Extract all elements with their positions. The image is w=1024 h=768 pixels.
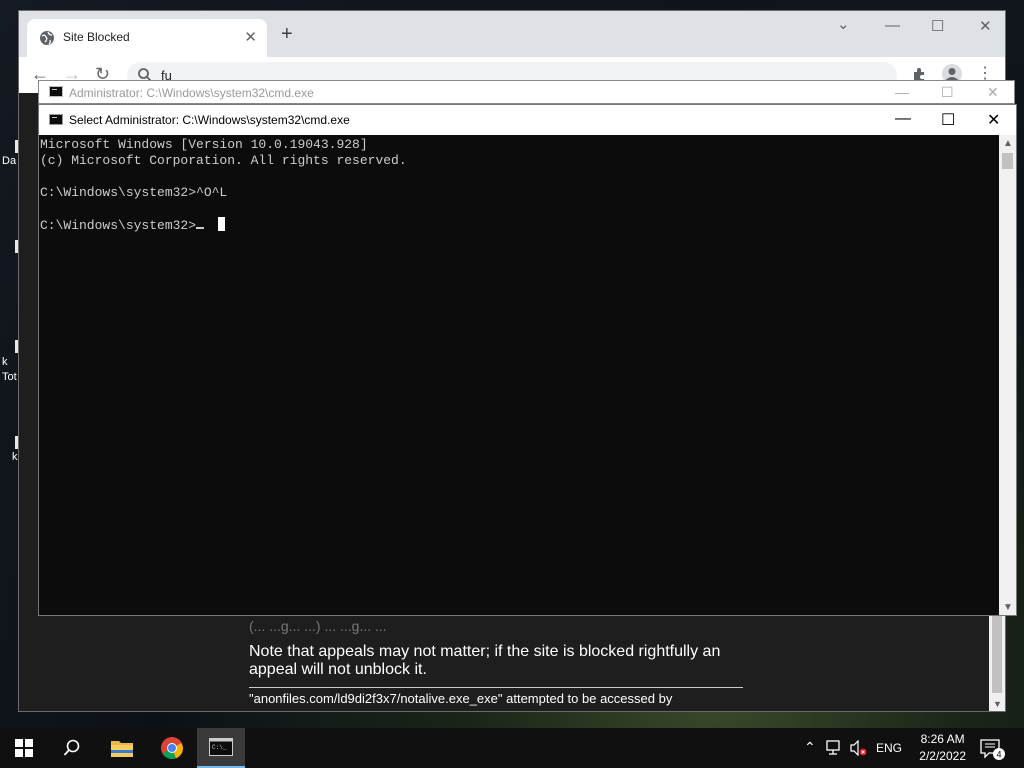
scroll-up-icon[interactable]: ▲ [1003, 138, 1013, 149]
close-button[interactable]: ✕ [987, 110, 1000, 130]
desktop-icon-label: Da [2, 155, 17, 167]
clock-time: 8:26 AM [920, 732, 965, 746]
taskbar-chrome[interactable] [148, 728, 196, 768]
cmd-window-background[interactable]: Administrator: C:\Windows\system32\cmd.e… [38, 80, 1015, 104]
globe-icon [40, 31, 54, 45]
show-hidden-icons-icon[interactable]: ⌃ [804, 739, 816, 756]
console-line: (c) Microsoft Corporation. All rights re… [40, 153, 407, 168]
close-button[interactable]: ✕ [987, 84, 999, 101]
start-button[interactable] [0, 728, 48, 768]
scroll-down-icon[interactable]: ▼ [1003, 602, 1013, 613]
cmd-window-title: Select Administrator: C:\Windows\system3… [69, 113, 350, 127]
desktop-icon-label: k [12, 451, 18, 463]
page-cut-off-text: (... ...g... ...) ... ...g... ... [249, 618, 387, 634]
taskbar: C:\_ ⌃ ENG 8:26 AM 2/2/2022 4 [0, 728, 1024, 768]
maximize-button[interactable]: ☐ [931, 17, 944, 35]
minimize-button[interactable]: — [885, 17, 900, 34]
console-output[interactable]: Microsoft Windows [Version 10.0.19043.92… [39, 135, 1000, 615]
minimize-button[interactable]: — [895, 110, 911, 128]
cmd-titlebar[interactable]: Select Administrator: C:\Windows\system3… [39, 105, 1016, 135]
cmd-window-title: Administrator: C:\Windows\system32\cmd.e… [69, 86, 314, 100]
volume-muted-icon[interactable] [850, 740, 868, 756]
language-indicator[interactable]: ENG [876, 741, 902, 755]
taskbar-file-explorer[interactable] [98, 728, 146, 768]
cmd-window: Select Administrator: C:\Windows\system3… [38, 104, 1017, 616]
cmd-scrollbar-thumb[interactable] [1002, 153, 1013, 169]
cmd-scrollbar[interactable]: ▲ ▼ [999, 135, 1016, 615]
new-tab-button[interactable]: + [281, 24, 293, 44]
close-button[interactable]: ✕ [979, 17, 992, 35]
desktop-icon-label: k Tot [2, 356, 17, 383]
search-icon [63, 739, 80, 756]
console-line: C:\Windows\system32>^O^L [40, 185, 228, 200]
tab-close-button[interactable]: ✕ [244, 28, 257, 46]
taskbar-cmd[interactable]: C:\_ [197, 728, 245, 768]
network-icon[interactable] [826, 740, 844, 756]
folder-icon [111, 741, 133, 757]
tab-title: Site Blocked [63, 30, 130, 44]
cmd-app-icon [49, 86, 63, 97]
cmd-app-icon [49, 114, 63, 125]
page-scrollbar-thumb[interactable] [992, 613, 1002, 693]
tab-site-blocked[interactable]: Site Blocked ✕ [27, 19, 267, 57]
minimize-button[interactable]: — [895, 84, 909, 100]
access-attempt-text: "anonfiles.com/ld9di2f3x7/notalive.exe_e… [249, 691, 673, 706]
chrome-titlebar[interactable]: Site Blocked ✕ + ⌄ — ☐ ✕ [19, 11, 1005, 57]
scroll-down-icon[interactable]: ▼ [993, 699, 1002, 709]
maximize-button[interactable]: ☐ [941, 84, 954, 101]
console-line: Microsoft Windows [Version 10.0.19043.92… [40, 137, 368, 152]
chrome-icon [161, 737, 184, 760]
notification-center-icon[interactable]: 4 [980, 739, 1006, 761]
console-prompt: C:\Windows\system32> [40, 218, 197, 233]
notification-count: 4 [996, 750, 1001, 760]
selection-cursor [218, 217, 226, 231]
search-button[interactable] [48, 728, 96, 768]
svg-text:C:\_: C:\_ [212, 744, 227, 751]
tab-search-button[interactable]: ⌄ [837, 15, 850, 33]
clock-date: 2/2/2022 [919, 749, 966, 763]
cmd-icon: C:\_ [209, 738, 233, 756]
clock[interactable]: 8:26 AM 2/2/2022 [919, 731, 966, 765]
maximize-button[interactable]: ☐ [941, 110, 955, 130]
windows-logo-icon [15, 739, 33, 757]
appeal-note: Note that appeals may not matter; if the… [249, 643, 721, 678]
text-cursor [196, 227, 205, 229]
divider [249, 687, 743, 688]
